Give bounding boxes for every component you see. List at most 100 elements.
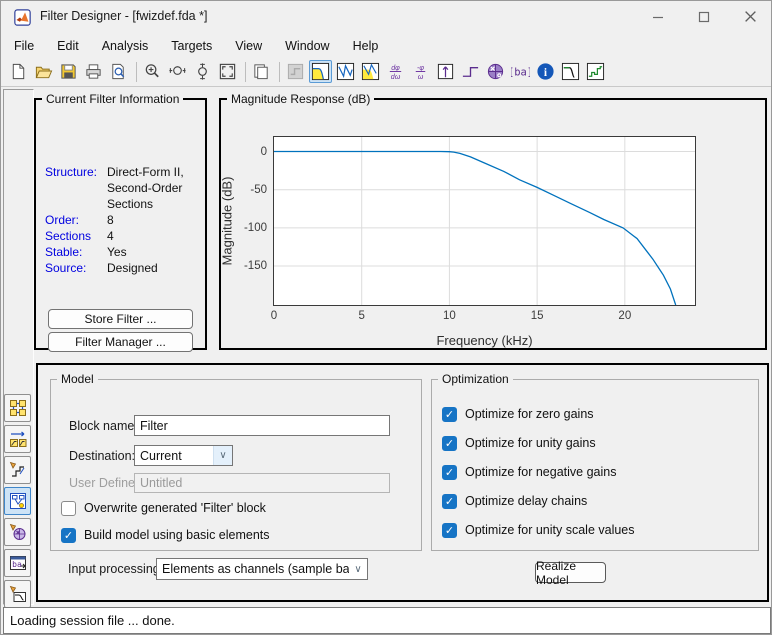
print-preview-icon[interactable] — [107, 60, 130, 83]
filter-manager-button[interactable]: Filter Manager ... — [48, 332, 193, 352]
menu-item-analysis[interactable]: Analysis — [99, 37, 152, 55]
checkbox-optimize-for-negative-gains[interactable]: ✓ Optimize for negative gains — [442, 464, 635, 480]
filter-coefficients-icon[interactable]: [ba] — [509, 60, 532, 83]
magnitude-response-icon[interactable] — [309, 60, 332, 83]
block-name-label: Block name: — [69, 419, 138, 433]
filter-designer-window: Filter Designer - [fwizdef.fda *] File Ed… — [0, 0, 772, 635]
checkbox-label: Optimize delay chains — [465, 494, 587, 508]
model-group: Model Block name: Filter Destination: Cu… — [50, 379, 422, 551]
info-row-source: Source: Designed — [45, 260, 184, 276]
checkbox-optimize-delay-chains[interactable]: ✓ Optimize delay chains — [442, 493, 635, 509]
info-label: Source: — [45, 260, 107, 276]
sidebar-button-import-filter[interactable]: ba — [4, 549, 31, 577]
y-tick-label: -100 — [244, 222, 267, 234]
unchecked-checkbox-icon[interactable] — [61, 501, 76, 516]
destination-label: Destination: — [69, 449, 135, 463]
panel-title: Current Filter Information — [42, 92, 183, 106]
x-tick-label: 5 — [359, 310, 365, 322]
magnitude-and-phase-response-icon[interactable] — [359, 60, 382, 83]
close-icon — [744, 10, 757, 23]
zoom-y-icon[interactable] — [191, 60, 214, 83]
sidebar-button-design-filter[interactable] — [4, 580, 31, 608]
sidebar-button-transform-filter[interactable] — [4, 425, 31, 453]
window-title: Filter Designer - [fwizdef.fda *] — [40, 9, 207, 23]
menu-item-targets[interactable]: Targets — [168, 37, 215, 55]
info-label: Stable: — [45, 244, 107, 260]
realize-model-button[interactable]: Realize Model — [535, 562, 606, 583]
sidebar-button-pole-zero-editor[interactable] — [4, 518, 31, 546]
checked-checkbox-icon[interactable]: ✓ — [442, 523, 457, 538]
copy-icon[interactable] — [250, 60, 273, 83]
checkbox-build-model-using-basic-elements[interactable]: ✓Build model using basic elements — [61, 527, 270, 543]
sidebar-button-quantization-parameters[interactable] — [4, 456, 31, 484]
round-off-noise-icon[interactable] — [584, 60, 607, 83]
phase-response-icon[interactable] — [334, 60, 357, 83]
input-processing-label: Input processing: — [68, 562, 163, 576]
chevron-down-icon: ∨ — [213, 446, 232, 465]
input-processing-dropdown[interactable]: Elements as channels (sample based) ∨ — [156, 558, 368, 580]
impulse-response-icon[interactable] — [434, 60, 457, 83]
group-delay-icon[interactable]: dφdω — [384, 60, 407, 83]
zoom-in-icon[interactable] — [141, 60, 164, 83]
y-tick-label: 0 — [261, 146, 267, 158]
minimize-button[interactable] — [635, 1, 681, 32]
plot-canvas — [274, 137, 695, 305]
info-row-stable: Stable: Yes — [45, 244, 184, 260]
close-button[interactable] — [727, 1, 772, 32]
checked-checkbox-icon[interactable]: ✓ — [442, 465, 457, 480]
realize-model-panel: Model Block name: Filter Destination: Cu… — [36, 363, 769, 602]
checkbox-optimize-for-zero-gains[interactable]: ✓ Optimize for zero gains — [442, 406, 635, 422]
matlab-app-icon — [14, 9, 31, 26]
destination-dropdown[interactable]: Current ∨ — [134, 445, 233, 466]
title-bar[interactable]: Filter Designer - [fwizdef.fda *] — [1, 1, 771, 33]
checkbox-optimize-for-unity-scale-values[interactable]: ✓ Optimize for unity scale values — [442, 522, 635, 538]
svg-text:-φ: -φ — [417, 64, 424, 72]
svg-text:i: i — [544, 67, 547, 79]
filter-specifications-icon[interactable] — [559, 60, 582, 83]
zoom-x-icon[interactable] — [166, 60, 189, 83]
checked-checkbox-icon[interactable]: ✓ — [61, 528, 76, 543]
maximize-button[interactable] — [681, 1, 727, 32]
block-name-input[interactable]: Filter — [134, 415, 390, 436]
pole-zero-editor-icon — [8, 522, 28, 542]
pole-zero-plot-icon[interactable] — [484, 60, 507, 83]
save-session-icon[interactable] — [57, 60, 80, 83]
checked-checkbox-icon[interactable]: ✓ — [442, 436, 457, 451]
info-row-structure: Structure: Direct-Form II, Second-Order … — [45, 164, 184, 212]
toolbar-separator — [279, 62, 280, 82]
menu-item-help[interactable]: Help — [350, 37, 382, 55]
print-icon[interactable] — [82, 60, 105, 83]
filter-information-icon[interactable]: i — [534, 60, 557, 83]
svg-text:[ba]: [ba] — [511, 66, 530, 78]
menu-item-view[interactable]: View — [232, 37, 265, 55]
menu-item-edit[interactable]: Edit — [54, 37, 82, 55]
checkbox-label: Optimize for zero gains — [465, 407, 594, 421]
info-value: Direct-Form II, Second-Order Sections — [107, 164, 184, 212]
menu-item-window[interactable]: Window — [282, 37, 332, 55]
store-filter-button[interactable]: Store Filter ... — [48, 309, 193, 329]
checkbox-overwrite-generated-filter-block[interactable]: Overwrite generated 'Filter' block — [61, 500, 270, 516]
checkbox-label: Optimize for negative gains — [465, 465, 616, 479]
checked-checkbox-icon[interactable]: ✓ — [442, 494, 457, 509]
info-label: Structure: — [45, 164, 107, 212]
svg-text:dφ: dφ — [391, 64, 400, 72]
open-session-icon[interactable] — [32, 60, 55, 83]
info-value: 4 — [107, 228, 114, 244]
sidebar-button-realize-model[interactable] — [4, 487, 31, 515]
step-response-icon[interactable] — [459, 60, 482, 83]
checkbox-optimize-for-unity-gains[interactable]: ✓Optimize for unity gains — [442, 435, 635, 451]
new-session-icon[interactable] — [7, 60, 30, 83]
menu-item-file[interactable]: File — [11, 37, 37, 55]
input-processing-value: Elements as channels (sample based) — [157, 562, 349, 576]
sidebar-button-multirate-filter[interactable] — [4, 394, 31, 422]
checked-checkbox-icon[interactable]: ✓ — [442, 407, 457, 422]
maximize-icon — [698, 11, 710, 23]
x-axis-label: Frequency (kHz) — [436, 333, 532, 348]
info-value: Designed — [107, 260, 158, 276]
design-filter-icon — [8, 584, 28, 604]
phase-delay-icon[interactable]: -φω — [409, 60, 432, 83]
toolbar: dφdω -φω [ba] i — [1, 58, 771, 85]
status-text: Loading session file ... done. — [10, 613, 175, 628]
full-view-icon[interactable] — [216, 60, 239, 83]
checkbox-label: Optimize for unity scale values — [465, 523, 635, 537]
